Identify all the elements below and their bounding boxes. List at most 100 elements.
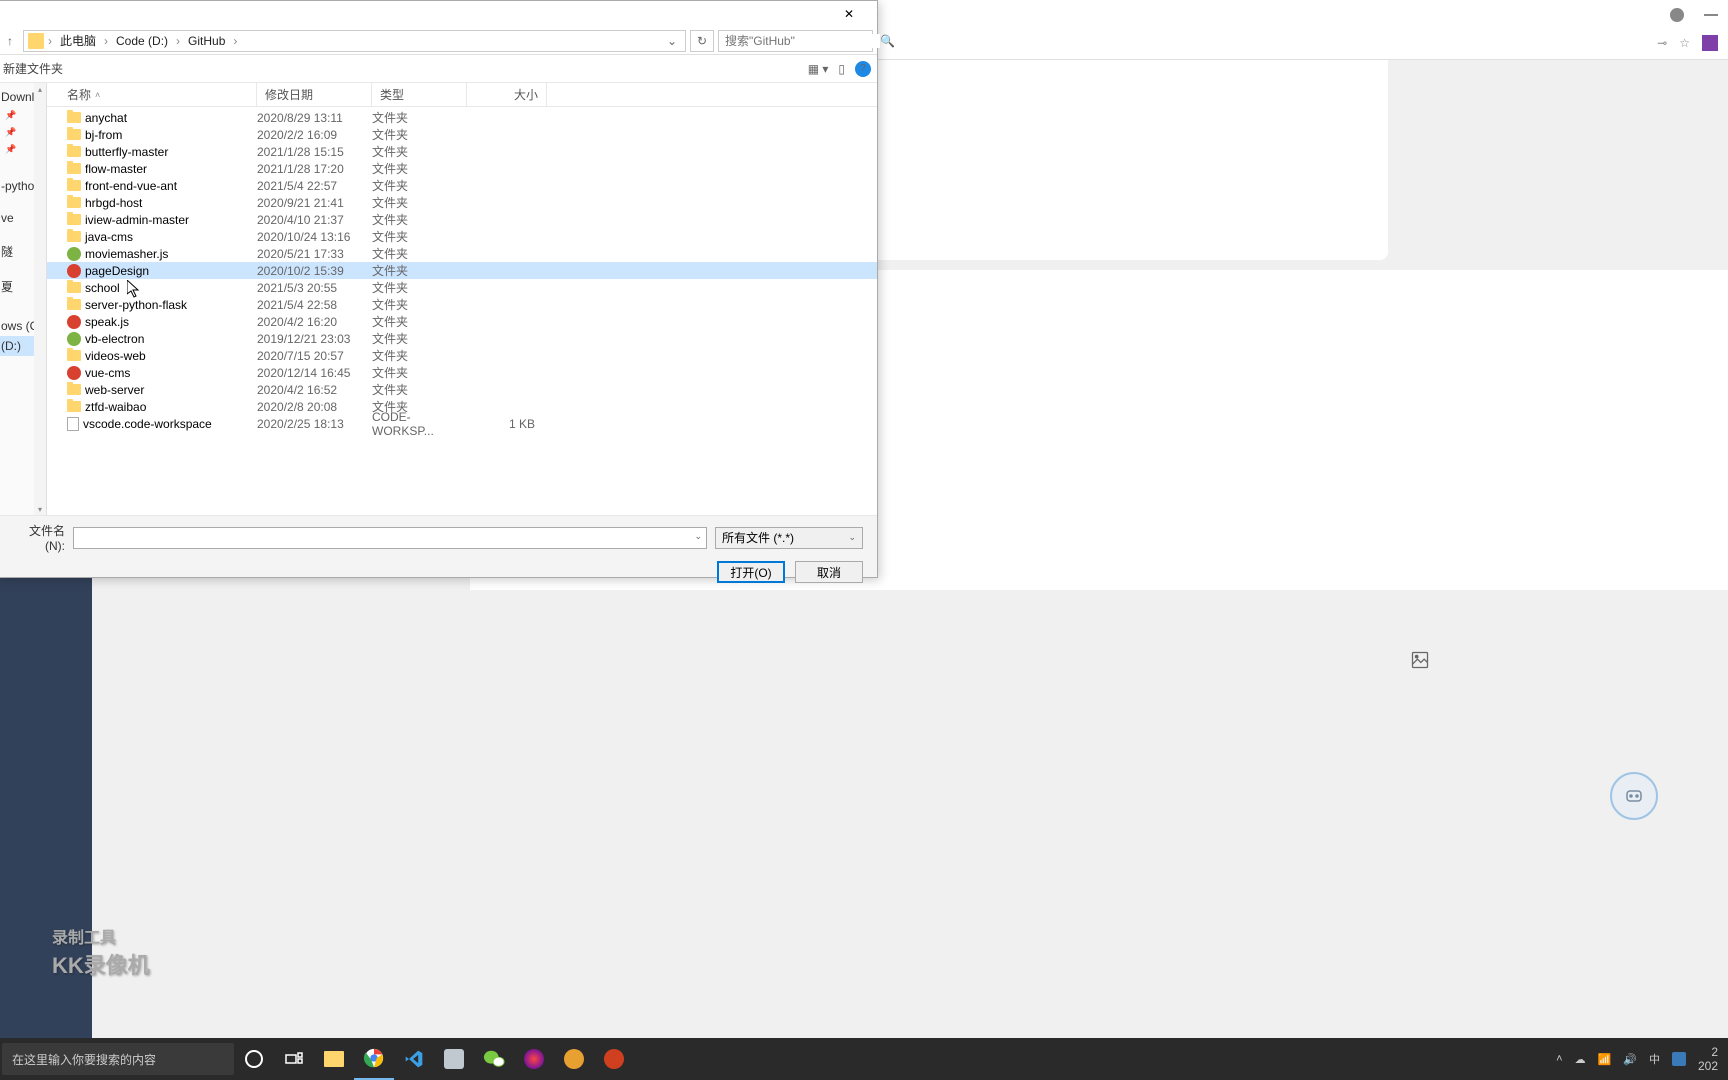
file-row[interactable]: vscode.code-workspace2020/2/25 18:13CODE… [47,415,877,432]
chrome-icon[interactable] [354,1038,394,1080]
list-header: 名称 ˄ 修改日期 类型 大小 [47,83,877,107]
wechat-icon[interactable] [474,1038,514,1080]
star-icon[interactable]: ☆ [1679,36,1690,50]
extension-icon[interactable] [1702,35,1718,51]
file-type: 文件夹 [372,381,467,398]
file-open-dialog: ✕ ↑ › 此电脑 › Code (D:) › GitHub › ⌄ ↻ 🔍 新… [0,0,878,578]
key-icon[interactable]: ⊸ [1657,36,1667,50]
file-name: butterfly-master [85,145,168,159]
clock[interactable]: 2202 [1698,1045,1718,1073]
folder-icon [67,401,81,412]
file-row[interactable]: school2021/5/3 20:55文件夹 [47,279,877,296]
app-icon-2[interactable] [514,1038,554,1080]
file-date: 2020/2/25 18:13 [257,417,372,431]
col-header-date[interactable]: 修改日期 [257,83,372,106]
breadcrumb-pc[interactable]: 此电脑 [56,32,100,49]
breadcrumb[interactable]: › 此电脑 › Code (D:) › GitHub › ⌄ [23,30,686,52]
file-filter-select[interactable]: 所有文件 (*.*) ⌄ [715,527,863,549]
folder-icon [67,180,81,191]
chevron-down-icon[interactable]: ⌄ [694,531,702,542]
recorder-watermark: 录制工具 KK录像机 [52,924,150,980]
file-row[interactable]: front-end-vue-ant2021/5/4 22:57文件夹 [47,177,877,194]
file-date: 2019/12/21 23:03 [257,332,372,346]
folder-icon [67,163,81,174]
cortana-icon[interactable] [234,1038,274,1080]
chat-assistant-button[interactable] [1610,772,1658,820]
dialog-toolbar: 新建文件夹 ▦ ▾ ▯ ? [0,55,877,83]
sidebar-label: ve [1,211,14,225]
taskview-icon[interactable] [274,1038,314,1080]
vscode-icon[interactable] [394,1038,434,1080]
refresh-button[interactable]: ↻ [690,30,714,52]
col-header-size[interactable]: 大小 [467,83,547,106]
tray-app-icon[interactable] [1672,1052,1686,1066]
sort-asc-icon: ˄ [95,90,100,100]
open-button[interactable]: 打开(O) [717,561,785,583]
chevron-down-icon[interactable]: ⌄ [667,34,681,48]
app-icon-3[interactable] [554,1038,594,1080]
watermark-line2: KK录像机 [52,948,150,980]
cloud-icon[interactable]: ☁ [1575,1053,1586,1066]
chevron-right-icon: › [174,34,182,48]
file-row[interactable]: vb-electron2019/12/21 23:03文件夹 [47,330,877,347]
col-header-type[interactable]: 类型 [372,83,467,106]
folder-icon [67,197,81,208]
user-avatar-icon[interactable] [1670,8,1684,22]
help-icon[interactable]: ? [855,61,871,77]
file-date: 2020/10/24 13:16 [257,230,372,244]
scroll-down-icon[interactable]: ▾ [34,503,46,515]
search-field[interactable] [725,34,880,48]
file-name: videos-web [85,349,146,363]
preview-pane-button[interactable]: ▯ [838,62,845,76]
file-row[interactable]: server-python-flask2021/5/4 22:58文件夹 [47,296,877,313]
file-type: CODE-WORKSP... [372,410,467,438]
ime-indicator[interactable]: 中 [1649,1051,1660,1067]
file-row[interactable]: flow-master2021/1/28 17:20文件夹 [47,160,877,177]
wifi-icon[interactable]: 📶 [1598,1053,1612,1066]
sidebar-label: 夏 [1,278,13,295]
taskbar-search[interactable]: 在这里输入你要搜索的内容 [2,1043,234,1075]
scroll-up-icon[interactable]: ▴ [34,83,46,95]
breadcrumb-folder[interactable]: GitHub [184,34,229,48]
tray-chevron-up-icon[interactable]: ˄ [1556,1053,1562,1065]
file-name: moviemasher.js [85,247,168,261]
file-row[interactable]: hrbgd-host2020/9/21 21:41文件夹 [47,194,877,211]
explorer-icon[interactable] [314,1038,354,1080]
file-row[interactable]: butterfly-master2021/1/28 15:15文件夹 [47,143,877,160]
search-input[interactable]: 🔍 [718,30,873,52]
sidebar-scrollbar[interactable]: ▴ ▾ [34,83,46,515]
filter-value: 所有文件 (*.*) [722,529,794,546]
watermark-line1: 录制工具 [52,924,150,948]
cancel-button[interactable]: 取消 [795,561,863,583]
red-icon [67,366,81,380]
file-type: 文件夹 [372,347,467,364]
file-row[interactable]: iview-admin-master2020/4/10 21:37文件夹 [47,211,877,228]
filename-input[interactable]: ⌄ [73,527,707,549]
folder-icon [67,384,81,395]
file-row[interactable]: moviemasher.js2020/5/21 17:33文件夹 [47,245,877,262]
file-row[interactable]: java-cms2020/10/24 13:16文件夹 [47,228,877,245]
new-folder-button[interactable]: 新建文件夹 [3,60,63,77]
file-row[interactable]: anychat2020/8/29 13:11文件夹 [47,109,877,126]
file-row[interactable]: vue-cms2020/12/14 16:45文件夹 [47,364,877,381]
close-button[interactable]: ✕ [829,3,869,25]
app-icon-1[interactable] [434,1038,474,1080]
file-row[interactable]: speak.js2020/4/2 16:20文件夹 [47,313,877,330]
breadcrumb-drive[interactable]: Code (D:) [112,34,172,48]
file-row[interactable]: web-server2020/4/2 16:52文件夹 [47,381,877,398]
folder-icon [67,231,81,242]
file-row[interactable]: pageDesign2020/10/2 15:39文件夹 [47,262,877,279]
file-row[interactable]: bj-from2020/2/2 16:09文件夹 [47,126,877,143]
file-row[interactable]: videos-web2020/7/15 20:57文件夹 [47,347,877,364]
nav-up-icon[interactable]: ↑ [1,32,19,50]
file-type: 文件夹 [372,279,467,296]
folder-icon [67,214,81,225]
search-icon[interactable]: 🔍 [880,34,895,48]
file-type: 文件夹 [372,330,467,347]
col-header-name[interactable]: 名称 ˄ [47,83,257,106]
minimize-icon[interactable] [1704,14,1718,16]
app-icon-4[interactable] [594,1038,634,1080]
volume-icon[interactable]: 🔊 [1623,1053,1637,1066]
view-options-button[interactable]: ▦ ▾ [808,62,829,76]
file-type: 文件夹 [372,313,467,330]
